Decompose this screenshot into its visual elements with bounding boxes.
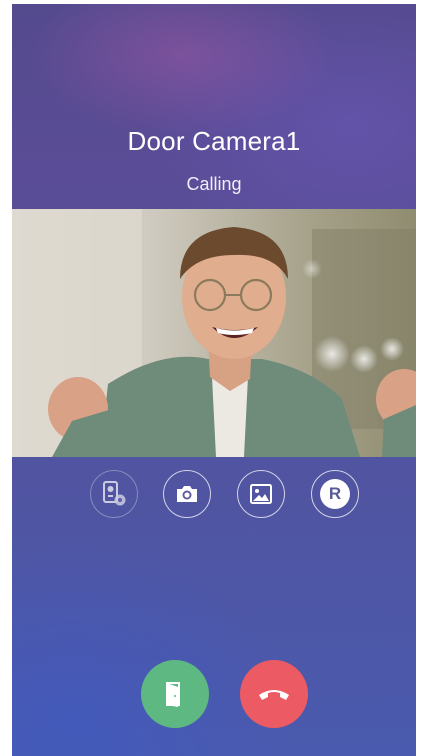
door-open-icon [166,682,180,707]
call-screen: Door Camera1 Calling R [12,4,416,756]
record-icon: R [320,479,350,509]
phone-hangup-icon [259,690,289,700]
camera-icon [177,486,197,502]
gallery-button[interactable] [237,470,285,518]
call-status: Calling [186,174,242,194]
video-feed [12,209,416,457]
image-icon [250,484,272,504]
call-controls: R [12,470,416,522]
hang-up-button[interactable] [240,660,308,728]
capture-button[interactable] [163,470,211,518]
device-name: Door Camera1 [127,126,301,156]
unlock-door-button[interactable] [141,660,209,728]
monitor-switch-button[interactable] [90,470,138,518]
door-camera-settings-icon [103,481,126,506]
video-image [12,209,416,457]
record-button[interactable]: R [311,470,359,518]
